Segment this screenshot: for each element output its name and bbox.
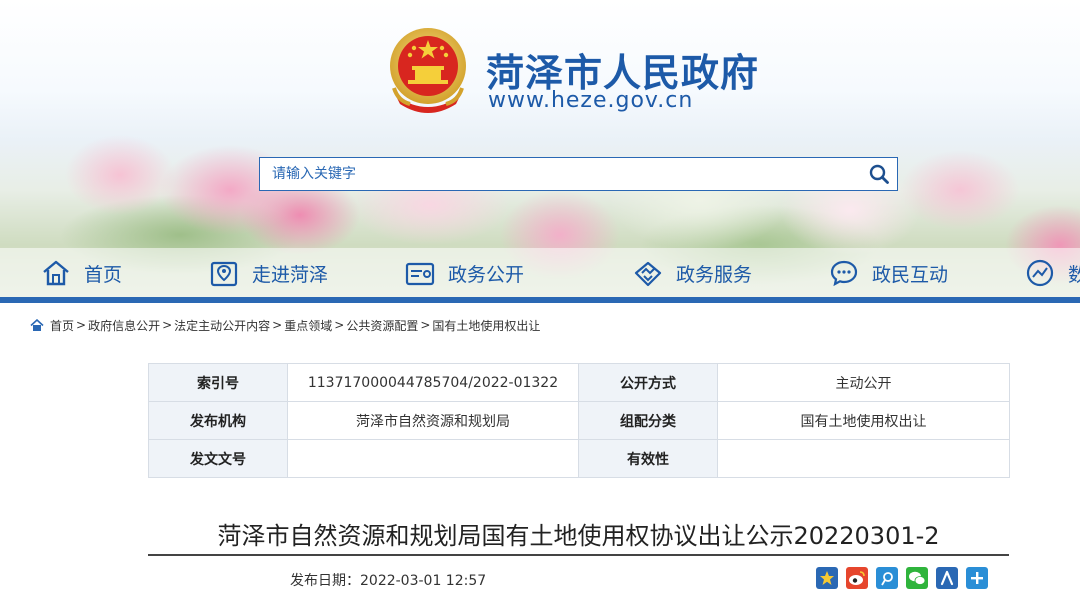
wechat-icon[interactable] — [906, 567, 928, 589]
nav-item-citizen-interaction[interactable]: 政民互动 — [828, 248, 948, 298]
home-icon — [43, 260, 69, 286]
breadcrumb-public-resources[interactable]: 公共资源配置 — [346, 317, 418, 334]
share-bar — [816, 567, 996, 589]
renren-icon[interactable] — [936, 567, 958, 589]
favorite-icon[interactable] — [816, 567, 838, 589]
breadcrumb-government-info[interactable]: 政府信息公开 — [88, 317, 160, 334]
nav-item-data[interactable]: 数 — [1024, 248, 1080, 298]
nav-item-label: 政务公开 — [448, 263, 525, 286]
home-icon — [30, 318, 44, 331]
nav-item-label: 政务服务 — [676, 263, 753, 286]
nav-item-label: 政民互动 — [872, 263, 949, 286]
breadcrumb-key-areas[interactable]: 重点领域 — [284, 317, 332, 334]
site-url: www.heze.gov.cn — [488, 88, 694, 113]
chat-icon — [830, 260, 858, 287]
breadcrumb-separator: > — [76, 318, 87, 332]
nav-item-government-affairs-open[interactable]: 政务公开 — [404, 248, 524, 298]
title-divider — [148, 554, 1009, 556]
weibo-icon[interactable] — [846, 567, 868, 589]
nav-item-label: 首页 — [84, 263, 123, 286]
handshake-icon — [634, 261, 662, 287]
breadcrumb-land-transfer[interactable]: 国有土地使用权出让 — [432, 317, 540, 334]
validity-value — [717, 439, 1010, 478]
validity-label: 有效性 — [578, 439, 718, 478]
publish-date: 发布日期：2022-03-01 12:57 — [290, 570, 486, 590]
open-government-icon — [405, 262, 435, 286]
map-pin-icon — [210, 261, 238, 287]
tencent-weibo-icon[interactable] — [876, 567, 898, 589]
search-icon — [869, 164, 889, 184]
breadcrumb-statutory-content[interactable]: 法定主动公开内容 — [174, 317, 270, 334]
breadcrumb-separator: > — [162, 318, 173, 332]
disclosure-method-label: 公开方式 — [578, 363, 718, 402]
data-icon — [1026, 259, 1054, 287]
document-info-table: 索引号 11371700004478570​4/2022-01322 公开方式 … — [148, 363, 1010, 478]
breadcrumb-separator: > — [334, 318, 345, 332]
search-box — [259, 157, 898, 191]
search-input[interactable] — [260, 158, 860, 190]
disclosure-method-value: 主动公开 — [717, 363, 1010, 402]
publisher-value: 菏泽市自然资源和规划局 — [287, 401, 579, 440]
nav-item-label: 数 — [1068, 263, 1080, 286]
more-share-icon[interactable] — [966, 567, 988, 589]
nav-item-government-services[interactable]: 政务服务 — [632, 248, 752, 298]
nav-item-home[interactable]: 首页 — [40, 248, 122, 298]
breadcrumb-separator: > — [420, 318, 431, 332]
national-emblem-icon — [390, 28, 466, 113]
table-row: 索引号 11371700004478570​4/2022-01322 公开方式 … — [148, 363, 1010, 402]
publisher-label: 发布机构 — [148, 401, 288, 440]
index-number-label: 索引号 — [148, 363, 288, 402]
publish-date-value: 2022-03-01 12:57 — [360, 573, 487, 589]
search-button[interactable] — [863, 159, 895, 189]
nav-item-label: 走进菏泽 — [252, 263, 329, 286]
category-value: 国有土地使用权出让 — [717, 401, 1010, 440]
article-title: 菏泽市自然资源和规划局国有土地使用权协议出让公示20220301-2 — [217, 522, 940, 550]
table-row: 发布机构 菏泽市自然资源和规划局 组配分类 国有土地使用权出让 — [148, 401, 1010, 440]
document-number-value — [287, 439, 579, 478]
document-number-label: 发文文号 — [148, 439, 288, 478]
publish-date-label: 发布日期： — [290, 573, 360, 589]
main-nav: 首页 走进菏泽 政务公开 政务服务 政民互动 数 — [0, 248, 1080, 298]
index-number-value: 11371700004478570​4/2022-01322 — [287, 363, 579, 402]
nav-item-about-heze[interactable]: 走进菏泽 — [208, 248, 328, 298]
breadcrumb: 首页 > 政府信息公开 > 法定主动公开内容 > 重点领域 > 公共资源配置 >… — [30, 316, 540, 334]
category-label: 组配分类 — [578, 401, 718, 440]
breadcrumb-separator: > — [272, 318, 283, 332]
breadcrumb-home[interactable]: 首页 — [50, 317, 74, 334]
nav-underline — [0, 297, 1080, 303]
table-row: 发文文号 有效性 — [148, 439, 1010, 478]
